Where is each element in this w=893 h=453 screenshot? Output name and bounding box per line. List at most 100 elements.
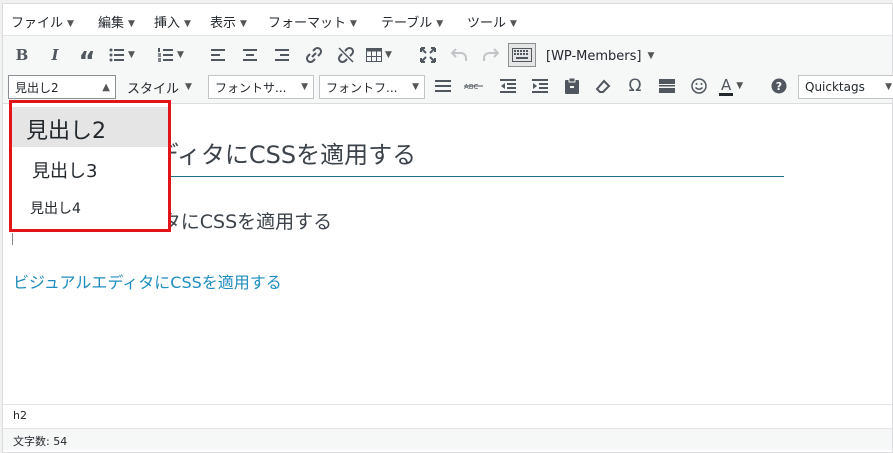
redo-icon [483,48,499,61]
remove-link-button[interactable] [335,43,357,67]
redo-button[interactable] [480,43,502,67]
chevron-down-icon: ▼ [184,19,191,29]
chevron-down-icon: ▼ [647,51,655,61]
chevron-down-icon: ▼ [177,50,184,60]
blockquote-button[interactable]: “ [76,43,98,77]
quicktags-select[interactable]: Quicktags ▼ [798,75,893,99]
chevron-down-icon: ▼ [510,19,517,29]
menu-insert[interactable]: 挿入 ▼ [154,12,191,31]
font-family-select-value: フォントフ... [326,80,398,95]
indent-icon [532,79,548,93]
menu-table[interactable]: テーブル ▼ [381,12,443,31]
chevron-down-icon: ▼ [736,81,744,91]
font-size-select-value: フォントサ... [215,80,287,95]
chevron-down-icon: ▼ [128,50,135,60]
align-right-button[interactable] [271,43,293,67]
wp-members-label: [WP-Members] [546,48,642,64]
toolbar-primary: B I “ ▼ ▼ ▼ [WP-Members] ▼ [3,40,892,77]
menu-tools[interactable]: ツール ▼ [467,12,517,31]
text-color-button[interactable]: A ▼ [719,74,743,98]
fullscreen-button[interactable] [417,43,439,67]
svg-text:ABC: ABC [464,83,478,91]
menu-view-label: 表示 [210,16,237,31]
word-count: 文字数: 54 [13,435,68,448]
toolbar-toggle-button[interactable] [508,43,536,67]
chevron-down-icon: ▼ [412,82,419,92]
strikethrough-icon: ABC [464,83,483,91]
smiley-icon [691,78,707,94]
format-dropdown-menu: 見出し2 見出し3 見出し4 [9,100,171,232]
menubar: ファイル ▼ 編集 ▼ 挿入 ▼ 表示 ▼ フォーマット ▼ テーブル ▼ ツール ▼ [3,4,892,36]
chevron-down-icon: ▼ [885,82,892,92]
font-size-select[interactable]: フォントサ... ▼ [208,75,314,99]
chevron-down-icon: ▼ [350,19,357,29]
paste-text-button[interactable] [561,74,583,98]
chevron-down-icon: ▼ [185,82,192,92]
font-family-select[interactable]: フォントフ... ▼ [319,75,425,99]
text-cursor [12,233,13,245]
menu-file-label: ファイル [11,16,64,31]
chevron-down-icon: ▼ [301,82,308,92]
dropdown-item-heading-4[interactable]: 見出し4 [12,195,168,225]
align-right-icon [275,49,289,61]
emoji-button[interactable] [688,74,710,98]
menu-format[interactable]: フォーマット ▼ [268,12,357,31]
dropdown-item-heading-2[interactable]: 見出し2 [12,107,168,147]
menu-edit-label: 編集 [98,16,125,31]
bold-button[interactable]: B [11,43,33,67]
text-color-icon: A [719,75,734,96]
menu-file[interactable]: ファイル ▼ [11,12,74,31]
help-icon: ? [771,78,787,94]
svg-text:?: ? [776,80,782,93]
undo-icon [451,48,467,61]
menu-format-label: フォーマット [268,16,347,31]
wp-members-select[interactable]: [WP-Members] ▼ [546,44,654,68]
special-character-button[interactable]: Ω [624,74,646,98]
style-select[interactable]: スタイル ▼ [127,75,192,99]
chevron-down-icon: ▼ [436,19,444,29]
align-center-icon [243,49,257,61]
style-select-label: スタイル [127,81,180,97]
element-path-label[interactable]: h2 [13,409,27,422]
format-select[interactable]: 見出し2 ▲ [8,75,116,99]
quicktags-select-value: Quicktags [805,80,865,94]
table-icon [366,48,382,62]
italic-button[interactable]: I [44,43,66,67]
indent-button[interactable] [529,74,551,98]
menu-edit[interactable]: 編集 ▼ [98,12,135,31]
outdent-icon [500,79,516,93]
chevron-down-icon: ▼ [128,19,135,29]
bullet-list-button[interactable]: ▼ [109,43,135,67]
menu-tools-label: ツール [467,16,507,31]
link-icon [305,46,323,64]
insert-link-button[interactable] [303,43,325,67]
chevron-up-icon: ▲ [102,82,110,93]
unlink-icon [337,46,355,64]
align-left-icon [211,49,225,61]
menu-insert-label: 挿入 [154,16,181,31]
strikethrough-button[interactable]: ABC [463,74,485,98]
clear-formatting-button[interactable] [592,74,614,98]
heading-4: ビジュアルエディタにCSSを適用する [13,273,282,292]
table-button[interactable]: ▼ [366,43,392,67]
horizontal-rule-icon [435,80,451,92]
chevron-down-icon: ▼ [67,19,74,29]
toolbar-secondary: 見出し2 ▲ スタイル ▼ フォントサ... ▼ フォントフ... ▼ ABC [3,71,893,101]
read-more-icon [659,79,675,93]
clipboard-icon [565,78,579,94]
align-left-button[interactable] [207,43,229,67]
keyboard-icon [512,48,532,62]
dropdown-item-heading-3[interactable]: 見出し3 [12,153,168,187]
help-button[interactable]: ? [768,74,790,98]
more-tag-button[interactable] [656,74,678,98]
menu-view[interactable]: 表示 ▼ [210,12,247,31]
numbered-list-icon [158,48,173,62]
undo-button[interactable] [448,43,470,67]
horizontal-rule-button[interactable] [432,74,454,98]
element-path: h2 [3,404,892,426]
menu-table-label: テーブル [381,16,433,31]
outdent-button[interactable] [497,74,519,98]
numbered-list-button[interactable]: ▼ [158,43,184,67]
align-center-button[interactable] [239,43,261,67]
eraser-icon [595,79,611,93]
